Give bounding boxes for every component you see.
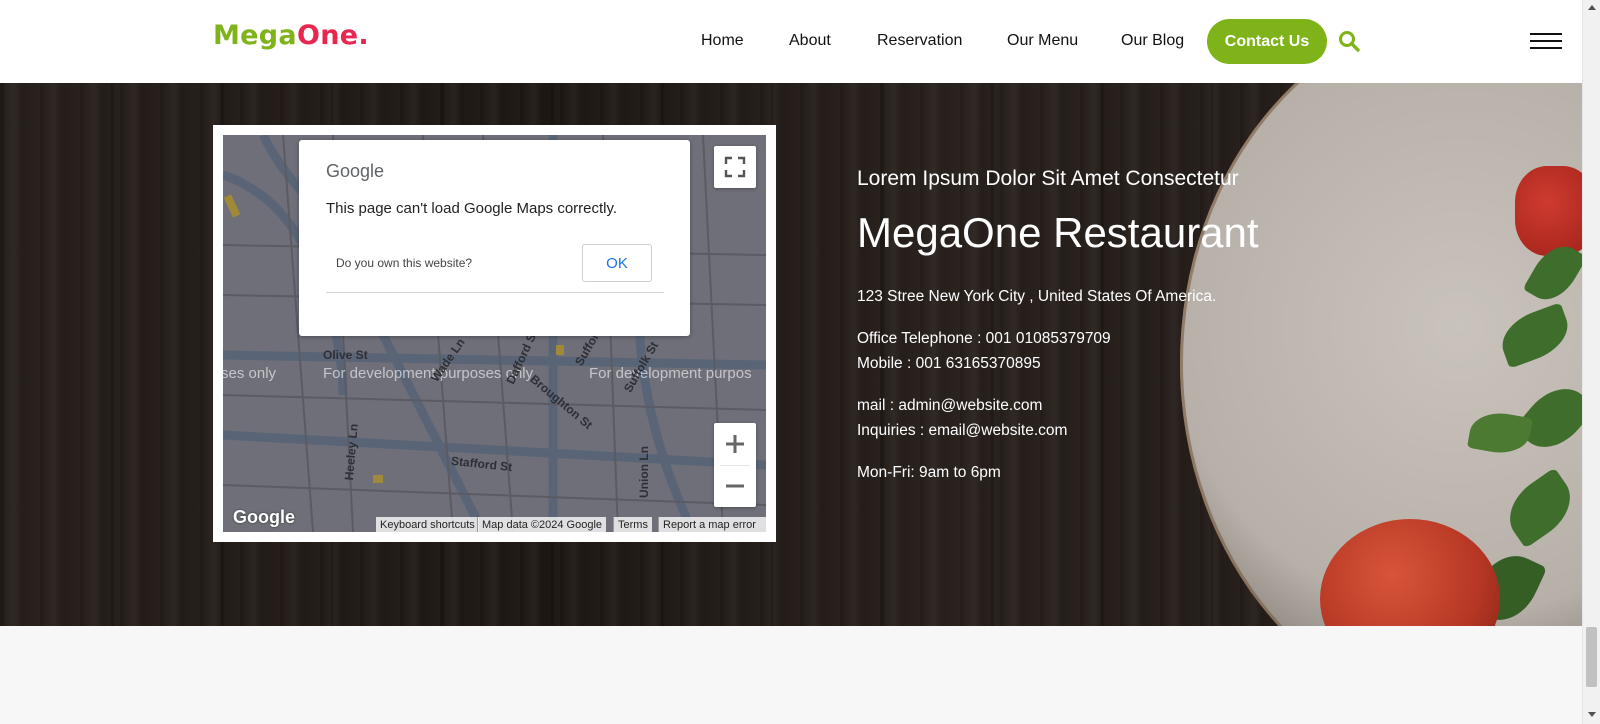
plus-icon bbox=[726, 435, 744, 453]
fullscreen-button[interactable] bbox=[714, 146, 756, 188]
info-subtitle: Lorem Ipsum Dolor Sit Amet Consectetur bbox=[857, 167, 1239, 190]
logo[interactable]: MegaOne. bbox=[213, 20, 369, 51]
contact-us-button[interactable]: Contact Us bbox=[1207, 19, 1327, 64]
map-dev-watermark: For development purpos bbox=[589, 365, 752, 382]
logo-part-one: One. bbox=[296, 20, 369, 51]
office-telephone: Office Telephone : 001 01085379709 bbox=[857, 330, 1111, 347]
scroll-down-arrow-icon[interactable] bbox=[1588, 712, 1596, 717]
google-attribution-logo: Google bbox=[233, 507, 295, 527]
map-data-attribution: Map data ©2024 Google bbox=[477, 517, 607, 532]
scrollbar-thumb[interactable] bbox=[1586, 627, 1597, 687]
nav-about[interactable]: About bbox=[789, 32, 831, 50]
tomato-decoration bbox=[1515, 166, 1582, 256]
scroll-up-arrow-icon[interactable] bbox=[1588, 5, 1596, 10]
keyboard-shortcuts-link[interactable]: Keyboard shortcuts bbox=[376, 517, 479, 532]
hamburger-icon[interactable] bbox=[1530, 33, 1562, 49]
page-scrollbar[interactable] bbox=[1582, 0, 1600, 724]
zoom-control bbox=[714, 423, 756, 507]
map-dev-watermark: For development purposes only bbox=[323, 365, 534, 382]
mobile-number: Mobile : 001 63165370895 bbox=[857, 355, 1041, 372]
nav-home[interactable]: Home bbox=[701, 32, 744, 50]
map-street-label: Union Ln bbox=[636, 446, 651, 498]
own-website-link[interactable]: Do you own this website? bbox=[336, 256, 472, 270]
fullscreen-icon bbox=[724, 156, 746, 178]
nav-our-blog[interactable]: Our Blog bbox=[1121, 32, 1184, 50]
terms-link[interactable]: Terms bbox=[613, 517, 652, 532]
minus-icon bbox=[726, 484, 744, 488]
search-icon[interactable] bbox=[1338, 30, 1360, 52]
zoom-out-button[interactable] bbox=[714, 465, 756, 507]
zoom-in-button[interactable] bbox=[714, 423, 756, 465]
report-map-error-link[interactable]: Report a map error bbox=[658, 517, 766, 532]
nav-our-menu[interactable]: Our Menu bbox=[1007, 32, 1078, 50]
opening-hours: Mon-Fri: 9am to 6pm bbox=[857, 464, 1001, 481]
map-dev-watermark: ses only bbox=[223, 365, 277, 382]
logo-part-mega: Mega bbox=[213, 20, 297, 51]
site-header: MegaOne. Home About Reservation Our Menu… bbox=[0, 0, 1582, 83]
google-logo: Google bbox=[326, 161, 385, 181]
info-title: MegaOne Restaurant bbox=[857, 209, 1259, 256]
address: 123 Stree New York City , United States … bbox=[857, 288, 1217, 305]
maps-error-dialog: Google This page can't load Google Maps … bbox=[299, 140, 690, 336]
inquiries-address: Inquiries : email@website.com bbox=[857, 422, 1068, 439]
maps-error-message: This page can't load Google Maps correct… bbox=[326, 200, 618, 217]
map-street-label: Olive St bbox=[323, 348, 368, 362]
mail-address: mail : admin@website.com bbox=[857, 397, 1043, 414]
nav-reservation[interactable]: Reservation bbox=[877, 32, 962, 50]
ok-button[interactable]: OK bbox=[582, 244, 652, 282]
dialog-divider bbox=[326, 292, 664, 293]
